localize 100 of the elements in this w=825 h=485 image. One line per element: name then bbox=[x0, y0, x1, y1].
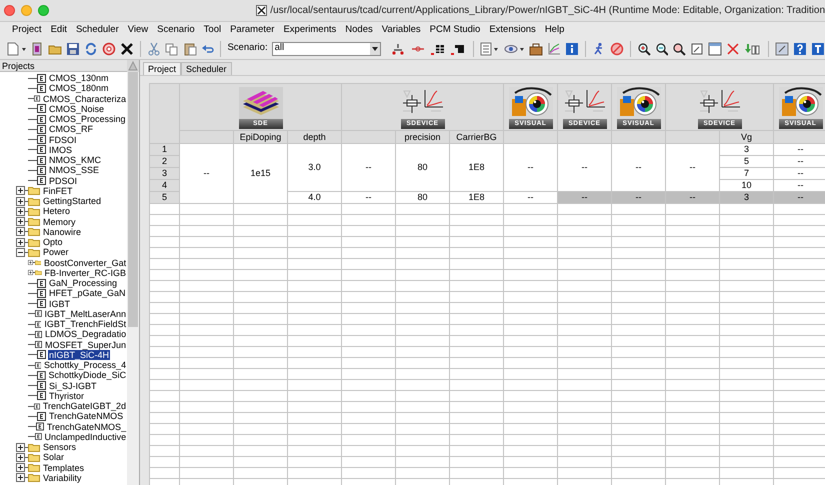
collapse-icon[interactable] bbox=[16, 248, 25, 257]
menu-item[interactable]: Scheduler bbox=[76, 22, 119, 38]
table-cell[interactable]: -- bbox=[504, 192, 557, 203]
no-run-icon[interactable] bbox=[610, 42, 624, 56]
tree-item[interactable]: LDMOS_Degradatio bbox=[44, 329, 128, 340]
down-arrow-bars-icon[interactable] bbox=[744, 42, 762, 56]
expand-icon[interactable] bbox=[16, 452, 25, 462]
table-cell[interactable]: -- bbox=[612, 144, 665, 191]
refresh-icon[interactable] bbox=[84, 42, 98, 56]
scrollbar-thumb[interactable] bbox=[128, 72, 138, 327]
table-cell[interactable]: -- bbox=[774, 192, 825, 203]
tree-item[interactable]: CMOS_Characteriza bbox=[42, 94, 128, 104]
menu-item[interactable]: Edit bbox=[50, 22, 67, 38]
tree-item[interactable]: Hetero bbox=[42, 206, 72, 216]
tree-item[interactable]: Templates bbox=[42, 462, 86, 473]
table-cell[interactable]: -- bbox=[180, 144, 233, 203]
table-cell[interactable]: 80 bbox=[396, 192, 449, 203]
tree-item[interactable]: Opto bbox=[42, 237, 64, 248]
expand-icon[interactable] bbox=[16, 206, 25, 216]
expand-icon[interactable] bbox=[16, 473, 25, 482]
table-cell[interactable]: -- bbox=[558, 144, 611, 191]
tree-item[interactable]: FDSOI bbox=[48, 134, 78, 145]
menu-item[interactable]: Extensions bbox=[489, 22, 536, 38]
menu-item[interactable]: Help bbox=[544, 22, 564, 38]
zoom-fit-icon[interactable] bbox=[672, 42, 686, 56]
expand-icon[interactable] bbox=[16, 186, 25, 196]
table-cell[interactable]: 3 bbox=[720, 144, 773, 155]
tree-item[interactable]: Solar bbox=[42, 452, 66, 462]
menu-item[interactable]: Nodes bbox=[345, 22, 373, 38]
table-cell[interactable]: 1E8 bbox=[450, 192, 503, 203]
zoom-in-icon[interactable] bbox=[636, 42, 651, 56]
tree-item[interactable]: NMOS_SSE bbox=[48, 165, 100, 176]
tree-item[interactable]: CMOS_180nm bbox=[48, 83, 110, 94]
table-cell[interactable]: -- bbox=[774, 180, 825, 191]
tree-item[interactable]: TrenchGateNMOS bbox=[48, 411, 124, 422]
tree-item[interactable]: BoostConverter_Gat bbox=[43, 258, 128, 268]
tree-item[interactable]: Schottky_Process_4 bbox=[43, 360, 128, 370]
tree-item[interactable]: NMOS_KMC bbox=[48, 155, 102, 166]
scenario-dropdown[interactable]: all bbox=[272, 42, 382, 56]
tree-item[interactable]: Power bbox=[42, 247, 70, 258]
window-expand-icon[interactable] bbox=[708, 42, 722, 56]
table-cell[interactable]: -- bbox=[774, 144, 825, 155]
menu-item[interactable]: Scenario bbox=[157, 22, 195, 38]
expand-icon[interactable] bbox=[16, 463, 25, 472]
tab[interactable]: Project bbox=[143, 62, 182, 75]
expand-icon[interactable] bbox=[16, 227, 25, 236]
tree-item[interactable]: Thyristor bbox=[48, 390, 86, 401]
table-cell[interactable]: 1e15 bbox=[234, 144, 287, 203]
tree-item[interactable]: FinFET bbox=[42, 186, 74, 196]
paste-icon[interactable] bbox=[182, 42, 196, 56]
scissors-icon[interactable] bbox=[146, 42, 161, 56]
table-cell[interactable]: -- bbox=[774, 156, 825, 167]
tree-item[interactable]: TrenchGateNMOS_ bbox=[46, 422, 128, 432]
table-cell[interactable]: -- bbox=[504, 144, 557, 191]
menu-item[interactable]: Experiments bbox=[283, 22, 336, 38]
tree-item[interactable]: GaN_Processing bbox=[48, 278, 118, 288]
chart-icon[interactable] bbox=[546, 42, 561, 56]
close-window-icon[interactable] bbox=[4, 5, 15, 16]
menu-item[interactable]: PCM Studio bbox=[430, 22, 480, 38]
expand-icon[interactable] bbox=[16, 238, 25, 247]
table-cell[interactable]: -- bbox=[558, 192, 611, 203]
tab[interactable]: Scheduler bbox=[181, 62, 232, 75]
table-cell[interactable]: -- bbox=[666, 192, 719, 203]
tree-item[interactable]: MOSFET_SuperJun bbox=[44, 340, 128, 350]
delete-icon[interactable] bbox=[120, 42, 134, 56]
menu-item[interactable]: Tool bbox=[204, 22, 222, 38]
table-cell[interactable]: -- bbox=[666, 144, 719, 191]
copy-icon[interactable] bbox=[164, 42, 179, 56]
table-cell[interactable]: 10 bbox=[720, 180, 773, 191]
tree-item[interactable]: CMOS_Processing bbox=[48, 114, 127, 124]
table-cell[interactable]: 4.0 bbox=[288, 192, 341, 203]
menu-item[interactable]: Parameter bbox=[230, 22, 274, 38]
tree-item[interactable]: CMOS_Noise bbox=[48, 104, 106, 114]
save-icon[interactable] bbox=[66, 42, 80, 56]
table-cell[interactable]: -- bbox=[342, 192, 395, 203]
tree-item[interactable]: IGBT bbox=[48, 298, 72, 309]
tree-item[interactable]: Variability bbox=[42, 472, 82, 483]
menu-item[interactable]: Project bbox=[12, 22, 42, 38]
tree-item[interactable]: UnclampedInductive bbox=[44, 432, 128, 442]
zoom-out-icon[interactable] bbox=[654, 42, 668, 56]
toolbox-icon[interactable] bbox=[528, 42, 543, 56]
expand-icon[interactable] bbox=[16, 217, 25, 226]
tree-item[interactable]: PDSOI bbox=[48, 176, 78, 186]
tree-item[interactable]: Si_SJ-IGBT bbox=[48, 380, 98, 391]
table-cell[interactable]: 1E8 bbox=[450, 144, 503, 191]
tree-item[interactable]: SchottkyDiode_SiC bbox=[48, 370, 128, 380]
lifebuoy-icon[interactable] bbox=[102, 42, 116, 56]
table-cell[interactable]: 3 bbox=[720, 192, 773, 203]
tree-item[interactable]: IGBT_TrenchFieldSt bbox=[43, 319, 128, 330]
tree-item[interactable]: nIGBT_SiC-4H bbox=[48, 350, 110, 360]
tree-item[interactable]: Sensors bbox=[42, 442, 78, 452]
help-icon[interactable] bbox=[793, 42, 808, 56]
table-cell[interactable]: -- bbox=[774, 168, 825, 179]
table-cell[interactable]: -- bbox=[342, 144, 395, 191]
info-icon[interactable] bbox=[564, 42, 579, 56]
book-icon[interactable] bbox=[30, 42, 44, 56]
text-tool-icon[interactable] bbox=[811, 42, 825, 56]
tree-item[interactable]: TrenchGateIGBT_2d bbox=[42, 401, 128, 412]
list-dropdown-icon[interactable] bbox=[480, 42, 500, 56]
tree-item[interactable]: CMOS_130nm bbox=[48, 73, 110, 84]
